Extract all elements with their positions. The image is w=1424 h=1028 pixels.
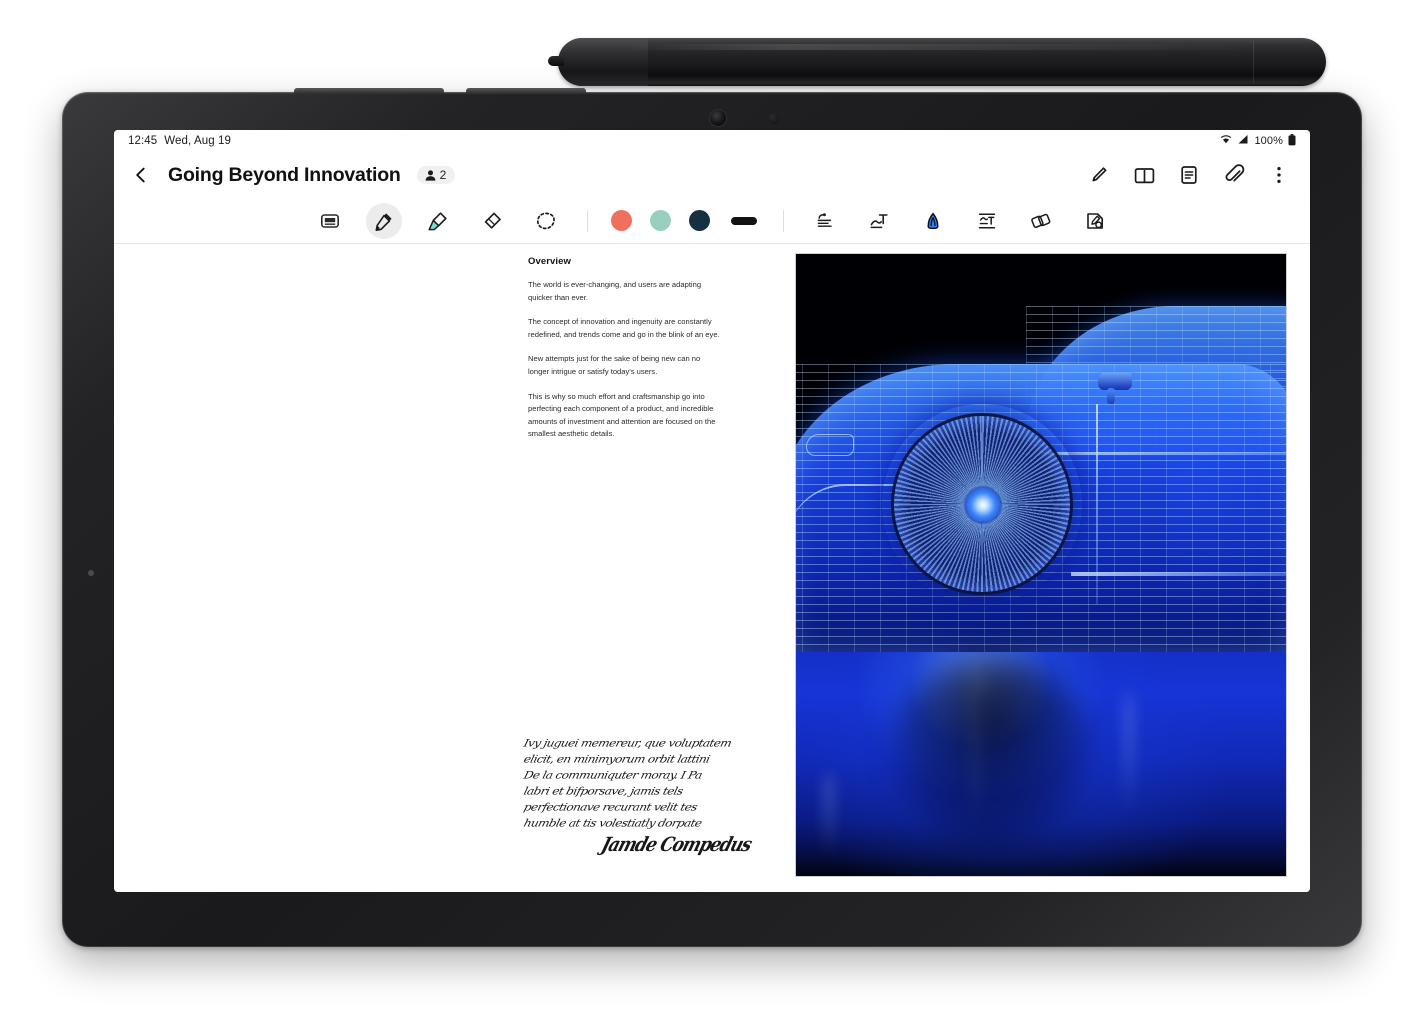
- paragraph-align-tool[interactable]: [803, 203, 847, 239]
- paperclip-icon[interactable]: [1221, 162, 1247, 188]
- tablet-device: 12:45 Wed, Aug 19 100% Going Beyond Inno…: [62, 88, 1362, 947]
- document-list-icon[interactable]: [1176, 162, 1202, 188]
- text-box-tool[interactable]: [308, 203, 352, 239]
- collaborators-badge[interactable]: 2: [416, 166, 456, 184]
- status-date: Wed, Aug 19: [164, 135, 232, 147]
- status-bar-left: 12:45 Wed, Aug 19: [128, 135, 231, 147]
- page-title: Going Beyond Innovation: [168, 163, 401, 186]
- handwritten-signature-block[interactable]: Ivy juguei memereur, que voluptatem elic…: [522, 736, 786, 871]
- chevron-left-icon: [136, 167, 145, 183]
- volume-button[interactable]: [294, 88, 444, 94]
- screenshot-stage: 12:45 Wed, Aug 19 100% Going Beyond Inno…: [0, 0, 1424, 1028]
- shape-recognition-tool[interactable]: [911, 203, 955, 239]
- screen-bottom-edge: [114, 886, 1310, 892]
- battery-full-icon: [1288, 133, 1296, 149]
- handwriting-line: labri et bifporsave, jamis tels: [522, 784, 685, 798]
- side-microphone: [88, 570, 94, 576]
- note-paragraph: The concept of innovation and ingenuity …: [528, 317, 720, 339]
- reflection-streak: [1126, 692, 1132, 822]
- stroke-width-pill[interactable]: [730, 216, 757, 225]
- highlighter-tool[interactable]: [416, 203, 460, 239]
- note-heading: Overview: [528, 256, 572, 267]
- car-wireframe-top: [796, 254, 1286, 652]
- status-bar: 12:45 Wed, Aug 19 100%: [114, 130, 1310, 152]
- book-icon[interactable]: [1131, 162, 1157, 188]
- front-camera: [710, 110, 726, 126]
- reflection-shadow: [891, 658, 1091, 848]
- wireframe-sports-car-image[interactable]: [796, 254, 1286, 876]
- handwriting-line: De la communiquter moray. I Pa: [522, 768, 704, 782]
- pen-cursor-icon[interactable]: [1086, 162, 1112, 188]
- person-icon: [425, 169, 436, 181]
- proximity-sensor: [768, 113, 779, 124]
- note-text-column: Overview The world is ever-changing, and…: [528, 256, 723, 453]
- car-side-mirror: [1098, 372, 1132, 404]
- app-bar: Going Beyond Innovation 2: [114, 152, 1310, 198]
- color-swatch-mint[interactable]: [649, 210, 671, 231]
- handwriting-signature: Jamde Compedus: [598, 833, 754, 857]
- more-vertical-icon[interactable]: [1266, 162, 1292, 188]
- tablet-screen: 12:45 Wed, Aug 19 100% Going Beyond Inno…: [114, 130, 1310, 892]
- color-swatch-navy[interactable]: [688, 210, 710, 231]
- status-time: 12:45: [128, 135, 158, 147]
- note-canvas[interactable]: Overview The world is ever-changing, and…: [114, 244, 1310, 886]
- s-pen-seam: [1253, 41, 1254, 83]
- note-paragraph: New attempts just for the sake of being …: [528, 354, 701, 376]
- pen-settings-tool[interactable]: [1073, 203, 1117, 239]
- insert-text-tool[interactable]: [965, 203, 1009, 239]
- reflection-streak: [826, 772, 832, 862]
- straighten-tool[interactable]: [1019, 203, 1063, 239]
- wifi-icon: [1220, 134, 1232, 148]
- car-scene: [796, 254, 1286, 876]
- handwriting-line: perfectionave recurant velit tes: [522, 800, 699, 814]
- handwriting-to-text-tool[interactable]: [857, 203, 901, 239]
- power-button[interactable]: [466, 88, 586, 94]
- handwriting-line: Ivy juguei memereur, que voluptatem: [522, 736, 733, 750]
- car-wheel-hub-glow: [964, 486, 1002, 524]
- battery-percent-label: 100%: [1254, 135, 1283, 147]
- s-pen-stylus[interactable]: [548, 38, 1326, 86]
- car-side-sill: [1071, 572, 1286, 576]
- toolbar-divider-2: [782, 209, 784, 232]
- drawing-toolbar: [114, 198, 1310, 244]
- pen-tool[interactable]: [362, 202, 406, 239]
- back-button[interactable]: [124, 158, 158, 192]
- note-paragraph: This is why so much effort and craftsman…: [528, 391, 716, 439]
- handwriting-line: humble at tis volestiatly dorpate: [522, 816, 703, 830]
- status-bar-right: 100%: [1220, 133, 1296, 149]
- note-paragraph: The world is ever-changing, and users ar…: [528, 280, 702, 302]
- s-pen-gloss: [628, 44, 1266, 50]
- app-bar-actions: [1086, 162, 1296, 188]
- car-headlamp: [806, 434, 854, 456]
- color-swatch-coral[interactable]: [610, 210, 632, 231]
- handwriting-line: elicit, en minimyorum orbit lattini: [522, 752, 711, 766]
- collaborator-count: 2: [439, 168, 447, 182]
- cellular-signal-icon: [1237, 134, 1249, 148]
- toolbar-divider-1: [586, 209, 588, 232]
- eraser-tool[interactable]: [470, 203, 514, 239]
- lasso-select-tool[interactable]: [524, 203, 568, 239]
